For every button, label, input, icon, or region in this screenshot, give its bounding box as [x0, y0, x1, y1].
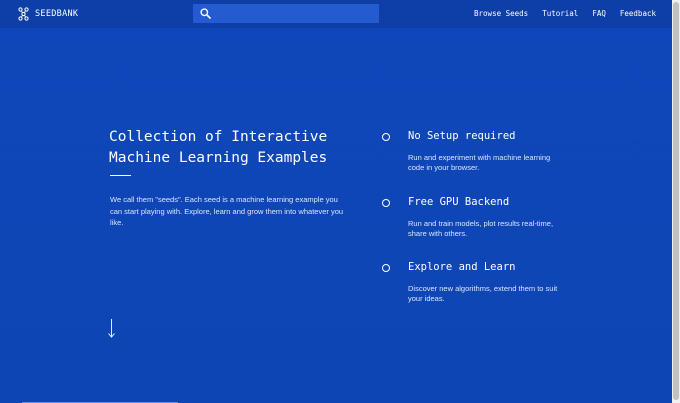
circle-bullet-icon — [382, 264, 390, 272]
hero-title-line-2: Machine Learning Examples — [109, 150, 328, 166]
feature-description: Run and experiment with machine learning… — [408, 153, 551, 172]
seedbank-logo-icon — [18, 7, 29, 21]
circle-bullet-icon — [382, 133, 390, 141]
feature-title: Explore and Learn — [408, 261, 516, 273]
top-navbar: SEEDBANK Browse Seeds Tutorial FAQ Feedb… — [0, 0, 672, 28]
feature-title: Free GPU Backend — [408, 196, 510, 208]
page: SEEDBANK Browse Seeds Tutorial FAQ Feedb… — [0, 0, 680, 403]
search-input[interactable] — [217, 6, 373, 21]
hero-title: Collection of Interactive Machine Learni… — [109, 127, 359, 169]
nav-link-browse-seeds[interactable]: Browse Seeds — [474, 9, 528, 18]
page-scrollbar[interactable] — [672, 0, 680, 403]
brand-link[interactable]: SEEDBANK — [18, 7, 78, 21]
hero-divider — [110, 175, 131, 176]
feature-title: No Setup required — [408, 130, 516, 142]
brand-name: SEEDBANK — [35, 9, 79, 19]
hero-title-line-1: Collection of Interactive — [109, 129, 328, 145]
nav-link-feedback[interactable]: Feedback — [620, 9, 656, 18]
feature-description: Run and train models, plot results real-… — [408, 219, 554, 238]
nav-link-tutorial[interactable]: Tutorial — [542, 9, 578, 18]
scrollbar-thumb[interactable] — [673, 2, 679, 400]
circle-bullet-icon — [382, 199, 390, 207]
nav-link-faq[interactable]: FAQ — [592, 9, 606, 18]
feature-description: Discover new algorithms, extend them to … — [408, 284, 558, 303]
search-box — [193, 4, 379, 23]
hero-description: We call them "seeds". Each seed is a mac… — [110, 195, 344, 228]
nav-links: Browse Seeds Tutorial FAQ Feedback — [474, 9, 656, 18]
arrow-down-icon[interactable] — [107, 319, 116, 338]
search-icon[interactable] — [200, 8, 211, 19]
